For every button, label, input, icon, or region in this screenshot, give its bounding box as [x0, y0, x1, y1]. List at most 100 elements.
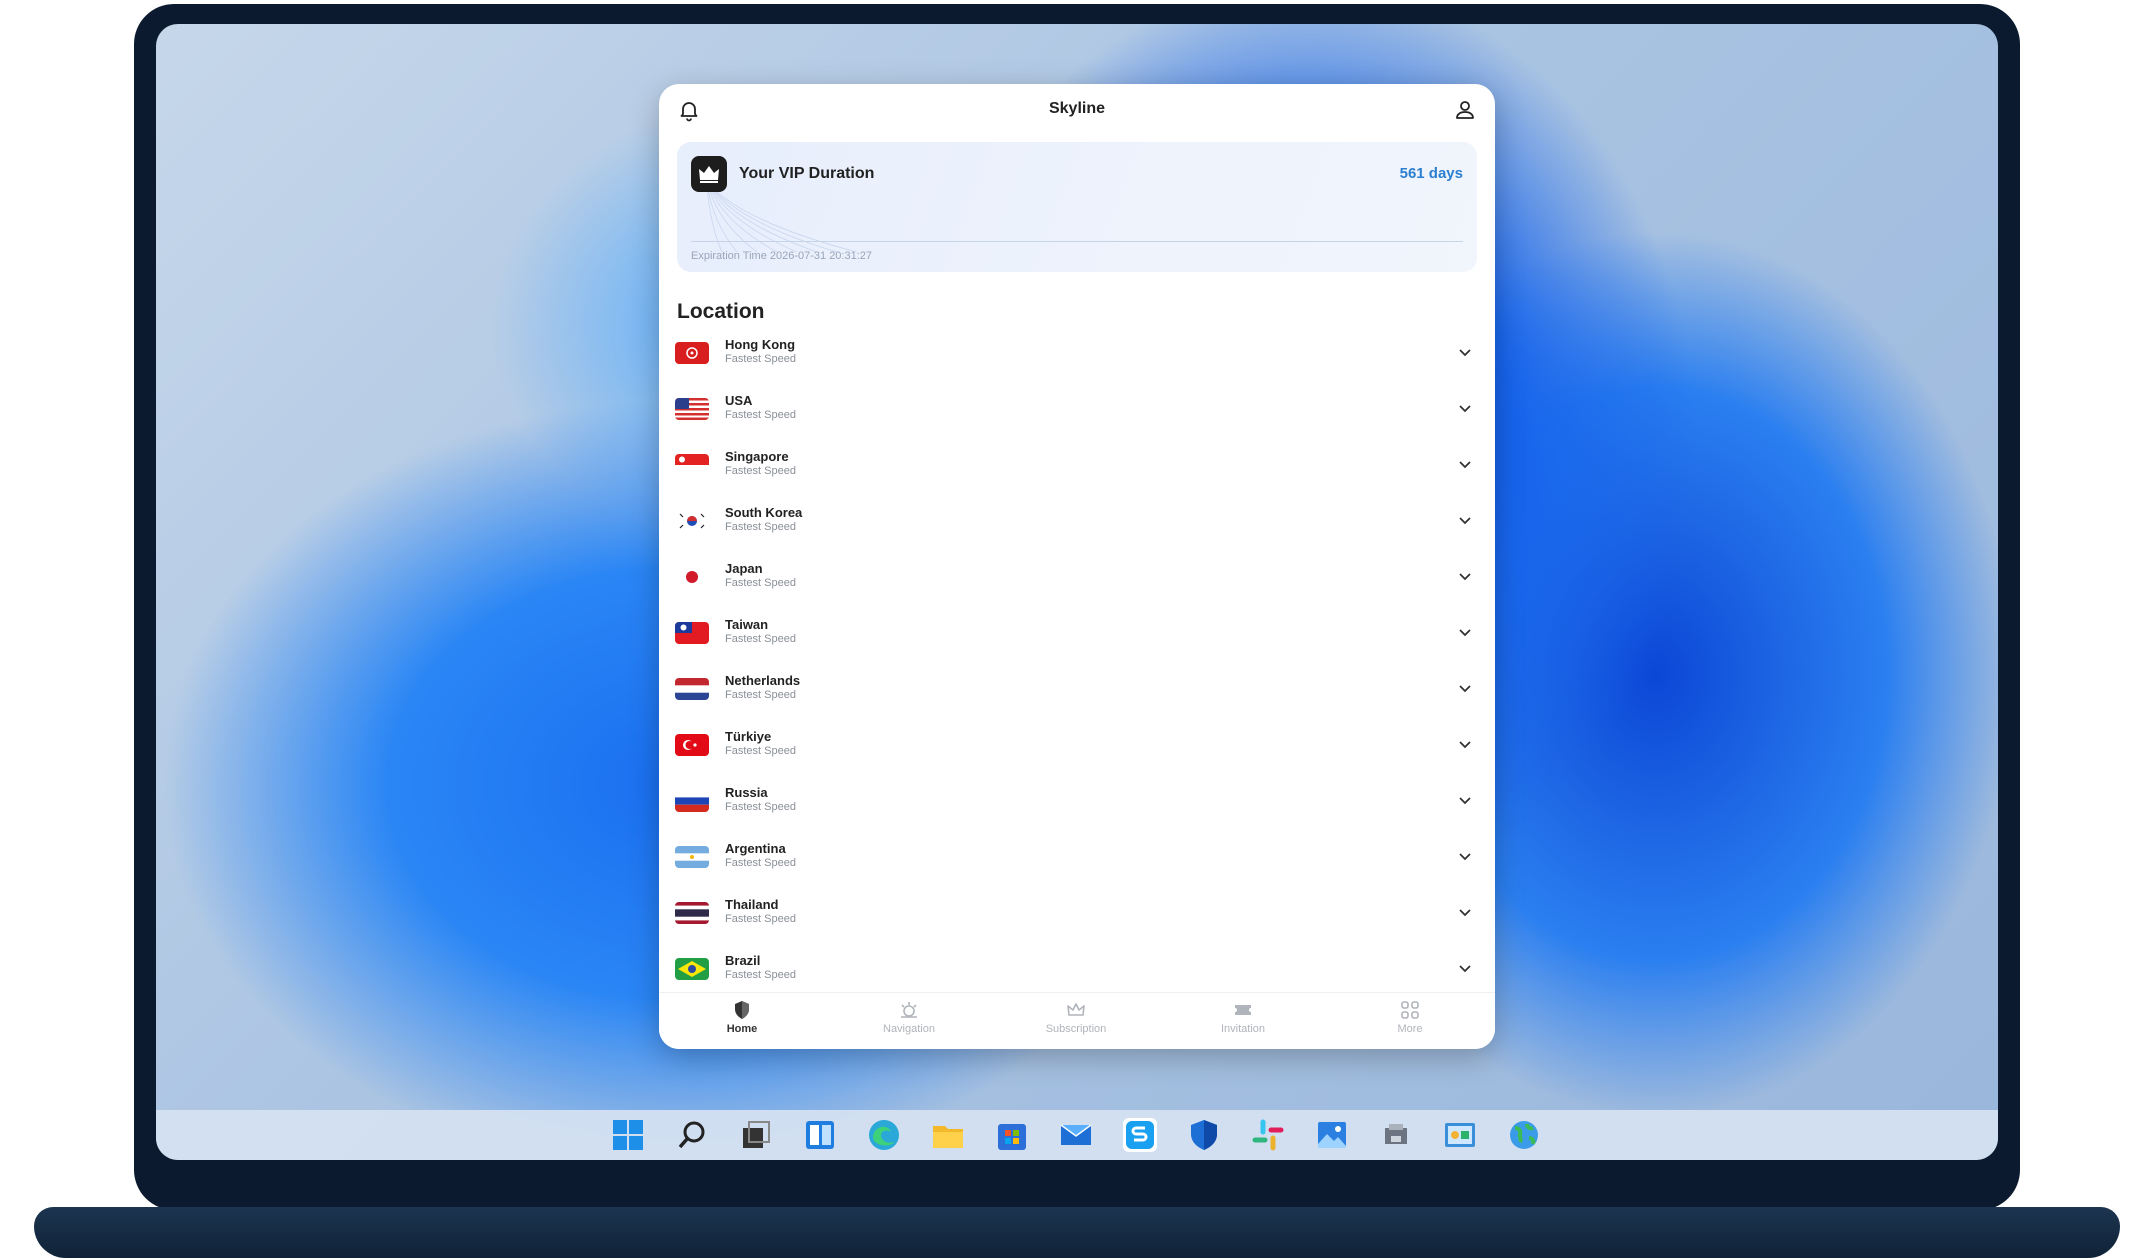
nav-invitation[interactable]: Invitation [1183, 999, 1303, 1035]
skyline-app-icon[interactable] [1123, 1118, 1157, 1152]
chevron-down-icon[interactable] [1457, 792, 1473, 808]
widgets-icon[interactable] [803, 1118, 837, 1152]
navigation-icon [901, 1002, 917, 1018]
nav-label: More [1397, 1023, 1423, 1035]
location-speed: Fastest Speed [725, 745, 796, 757]
location-name: Argentina [725, 841, 786, 856]
argentina-flag-icon [675, 846, 709, 868]
globe-icon[interactable] [1507, 1118, 1541, 1152]
taskbar [156, 1110, 1998, 1160]
vip-duration-label: Your VIP Duration [739, 165, 875, 182]
app-header: Skyline [659, 84, 1495, 142]
location-item-russia[interactable]: Russia Fastest Speed [659, 782, 1495, 834]
chevron-down-icon[interactable] [1457, 624, 1473, 640]
start-icon[interactable] [611, 1118, 645, 1152]
location-name: Russia [725, 785, 768, 800]
chevron-down-icon[interactable] [1457, 456, 1473, 472]
defender-icon[interactable] [1187, 1118, 1221, 1152]
location-item-south-korea[interactable]: South Korea Fastest Speed [659, 502, 1495, 554]
photos-icon[interactable] [1315, 1118, 1349, 1152]
location-name: Türkiye [725, 729, 772, 744]
vip-days-value: 561 days [1399, 165, 1463, 182]
grid-icon [1401, 1001, 1419, 1019]
russia-flag-icon [675, 790, 709, 812]
location-item-hong-kong[interactable]: Hong Kong Fastest Speed [659, 334, 1495, 386]
ticket-icon [1235, 1005, 1251, 1015]
japan-flag-icon [675, 566, 709, 588]
chevron-down-icon[interactable] [1457, 680, 1473, 696]
task-view-icon[interactable] [739, 1118, 773, 1152]
location-item-japan[interactable]: Japan Fastest Speed [659, 558, 1495, 610]
chevron-down-icon[interactable] [1457, 960, 1473, 976]
location-speed: Fastest Speed [725, 857, 796, 869]
brazil-flag-icon [675, 958, 709, 980]
chevron-down-icon[interactable] [1457, 400, 1473, 416]
control-panel-icon[interactable] [1443, 1118, 1477, 1152]
location-name: Taiwan [725, 617, 769, 632]
turkiye-flag-icon [675, 734, 709, 756]
location-name: Singapore [725, 449, 789, 464]
nav-label: Navigation [883, 1023, 935, 1035]
location-speed: Fastest Speed [725, 689, 796, 701]
chevron-down-icon[interactable] [1457, 848, 1473, 864]
location-speed: Fastest Speed [725, 913, 796, 925]
shield-icon [735, 1001, 749, 1019]
location-item-argentina[interactable]: Argentina Fastest Speed [659, 838, 1495, 890]
location-speed: Fastest Speed [725, 633, 796, 645]
chevron-down-icon[interactable] [1457, 344, 1473, 360]
nav-label: Home [726, 1023, 758, 1035]
chevron-down-icon[interactable] [1457, 736, 1473, 752]
singapore-flag-icon [675, 454, 709, 476]
vip-duration-card[interactable]: Your VIP Duration 561 days Expiration Ti… [677, 142, 1477, 272]
user-icon[interactable] [1453, 98, 1477, 122]
location-name: Hong Kong [725, 337, 796, 352]
location-speed: Fastest Speed [725, 969, 796, 981]
usa-flag-icon [675, 398, 709, 420]
expiration-time: Expiration Time 2026-07-31 20:31:27 [691, 250, 873, 262]
location-speed: Fastest Speed [725, 801, 796, 813]
location-name: USA [725, 393, 753, 408]
location-item-turkiye[interactable]: Türkiye Fastest Speed [659, 726, 1495, 778]
location-item-netherlands[interactable]: Netherlands Fastest Speed [659, 670, 1495, 722]
laptop-base [34, 1207, 2120, 1258]
nav-more[interactable]: More [1350, 999, 1470, 1035]
crown-icon [691, 156, 727, 192]
nav-navigation[interactable]: Navigation [849, 999, 969, 1035]
nav-subscription[interactable]: Subscription [1016, 999, 1136, 1035]
store-icon[interactable] [995, 1118, 1029, 1152]
file-explorer-icon[interactable] [931, 1118, 965, 1152]
hong-kong-flag-icon [675, 342, 709, 364]
location-name: South Korea [725, 505, 803, 520]
device-icon[interactable] [1379, 1118, 1413, 1152]
slack-icon[interactable] [1251, 1118, 1285, 1152]
location-item-singapore[interactable]: Singapore Fastest Speed [659, 446, 1495, 498]
chevron-down-icon[interactable] [1457, 904, 1473, 920]
location-name: Japan [725, 561, 763, 576]
desktop-wallpaper: Skyline Your VIP Duration 561 days Expir… [156, 24, 1998, 1160]
thailand-flag-icon [675, 902, 709, 924]
location-heading: Location [677, 300, 765, 323]
nav-home[interactable]: Home [682, 999, 802, 1035]
chevron-down-icon[interactable] [1457, 568, 1473, 584]
bottom-navigation: Home Navigation Subscription Invitation … [659, 992, 1495, 1049]
location-speed: Fastest Speed [725, 521, 796, 533]
location-name: Brazil [725, 953, 761, 968]
chevron-down-icon[interactable] [1457, 512, 1473, 528]
location-name: Thailand [725, 897, 779, 912]
netherlands-flag-icon [675, 678, 709, 700]
south-korea-flag-icon [675, 510, 709, 532]
crown-icon [1067, 1003, 1085, 1016]
nav-label: Invitation [1220, 1023, 1266, 1035]
divider [691, 241, 1463, 242]
mail-icon[interactable] [1059, 1118, 1093, 1152]
nav-label: Subscription [1045, 1023, 1107, 1035]
location-speed: Fastest Speed [725, 353, 796, 365]
edge-icon[interactable] [867, 1118, 901, 1152]
search-icon[interactable] [675, 1118, 709, 1152]
location-item-usa[interactable]: USA Fastest Speed [659, 390, 1495, 442]
location-item-thailand[interactable]: Thailand Fastest Speed [659, 894, 1495, 946]
location-item-taiwan[interactable]: Taiwan Fastest Speed [659, 614, 1495, 666]
location-name: Netherlands [725, 673, 801, 688]
skyline-app-window: Skyline Your VIP Duration 561 days Expir… [659, 84, 1495, 1049]
location-speed: Fastest Speed [725, 409, 796, 421]
